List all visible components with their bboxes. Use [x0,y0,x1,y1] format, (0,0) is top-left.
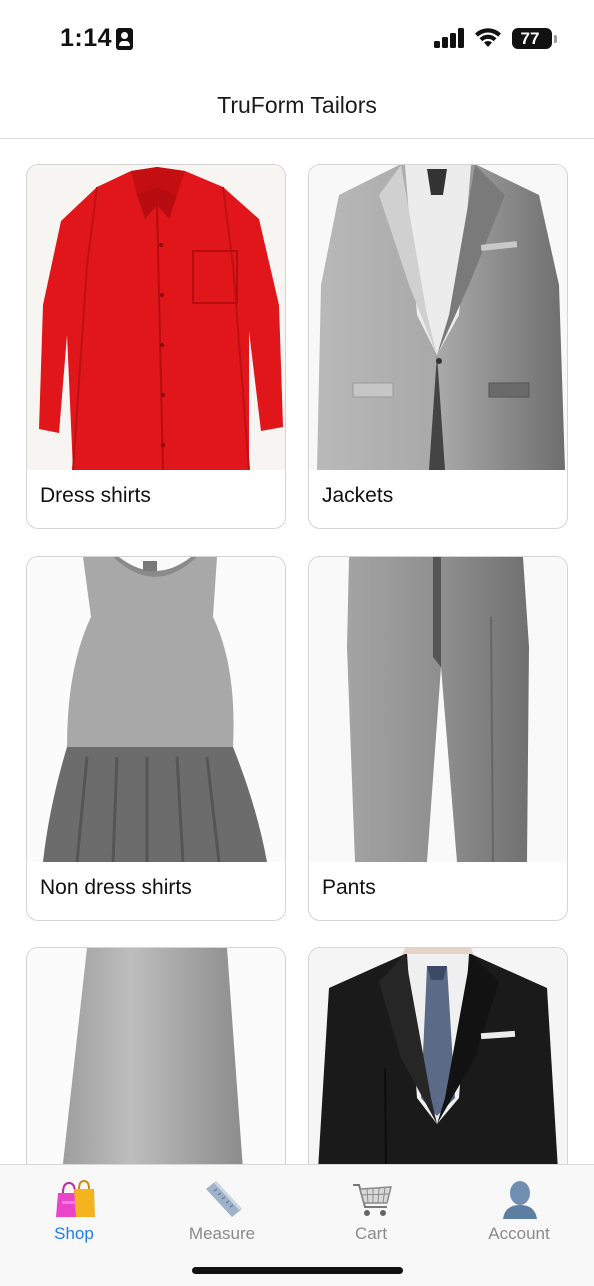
wifi-icon [475,28,501,47]
app-header: TruForm Tailors [0,80,594,139]
tab-account[interactable]: Account [445,1177,593,1257]
tab-measure[interactable]: Measure [148,1177,296,1257]
category-label: Jackets [322,484,394,507]
contact-card-icon [116,28,133,50]
cellular-signal-icon [434,28,466,48]
category-label: Pants [322,876,376,899]
category-image [309,165,567,470]
status-bar: 1:14 77 [0,0,594,80]
category-card-non-dress-shirts[interactable]: Non dress shirts [26,556,286,921]
category-label: Non dress shirts [40,876,192,899]
category-card-jackets[interactable]: Jackets [308,164,568,529]
category-grid: Dress shirts Jackets Non dress shirts Pa… [0,140,594,1164]
category-card-pants[interactable]: Pants [308,556,568,921]
page-title: TruForm Tailors [217,92,377,118]
category-label: Dress shirts [40,484,151,507]
battery-cap [554,35,557,43]
tab-shop[interactable]: Shop [0,1177,148,1257]
category-image [309,557,567,862]
category-image [27,165,285,470]
category-image [27,557,285,862]
tab-label: Measure [188,1224,256,1243]
category-card-dress-shirts[interactable]: Dress shirts [26,164,286,529]
status-time: 1:14 [60,24,113,52]
category-image [27,948,285,1164]
cart-icon [353,1184,392,1216]
tab-label: Cart [354,1224,388,1243]
category-card-suits[interactable] [308,947,568,1164]
battery-level: 77 [520,29,540,48]
tab-label: Account [488,1224,550,1243]
category-image [309,948,567,1164]
tab-cart[interactable]: Cart [297,1177,445,1257]
account-icon [503,1181,537,1219]
tab-label: Shop [54,1224,94,1243]
category-card-skirt[interactable] [26,947,286,1164]
home-indicator[interactable] [192,1267,403,1274]
shopping-bags-icon [56,1179,95,1217]
tab-bar: Shop Measure Cart Account [0,1164,594,1286]
ruler-icon [206,1181,242,1217]
